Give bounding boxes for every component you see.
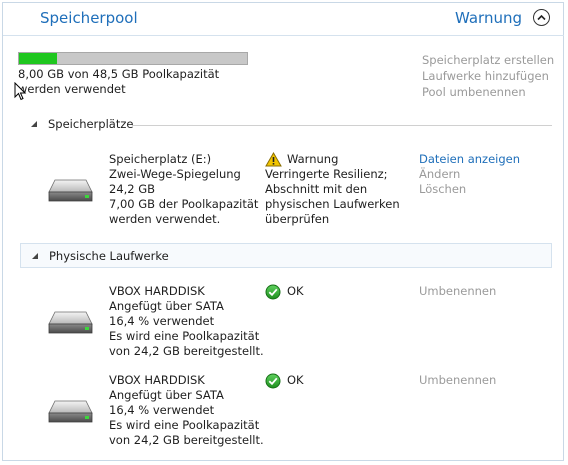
drive-actions: Umbenennen: [419, 373, 496, 388]
warning-icon: [265, 152, 282, 167]
physical-drives-section-header[interactable]: Physische Laufwerke: [20, 243, 552, 268]
rename-drive-link[interactable]: Umbenennen: [419, 284, 496, 299]
drive-actions: Umbenennen: [419, 284, 496, 299]
space-size: 24,2 GB: [109, 182, 156, 196]
drive-status-label: OK: [287, 373, 304, 387]
change-link[interactable]: Ändern: [419, 167, 520, 182]
pool-capacity-bar-fill: [19, 53, 57, 64]
status-detail-line: überprüfen: [265, 212, 330, 226]
storage-spaces-section-header[interactable]: Speicherplätze: [20, 114, 552, 136]
hard-drive-icon: [48, 179, 93, 202]
triangle-collapse-icon: [32, 253, 38, 259]
space-name: Speicherplatz (E:): [109, 152, 212, 166]
drive-used: 16,4 % verwendet: [109, 314, 215, 328]
space-status-detail: Verringerte Resilienz; Abschnitt mit den…: [265, 167, 400, 227]
collapse-button[interactable]: [533, 9, 550, 26]
hard-drive-icon: [48, 400, 93, 423]
rename-pool-link[interactable]: Pool umbenennen: [422, 84, 554, 100]
drive-status-label: OK: [287, 284, 304, 298]
pool-actions: Speicherplatz erstellen Laufwerke hinzuf…: [422, 52, 554, 100]
status-detail-line: Verringerte Resilienz;: [265, 167, 388, 181]
drive-attached: Angefügt über SATA: [109, 299, 224, 313]
check-circle-icon: [265, 284, 281, 300]
drive-capacity-line2: von 24,2 GB bereitgestellt.: [109, 344, 264, 358]
header-divider: [3, 35, 564, 36]
physical-drive-info: VBOX HARDDISK Angefügt über SATA 16,4 % …: [109, 284, 264, 359]
physical-drive-info: VBOX HARDDISK Angefügt über SATA 16,4 % …: [109, 373, 264, 448]
section-title: Speicherplätze: [48, 117, 134, 131]
drive-used: 16,4 % verwendet: [109, 403, 215, 417]
mouse-cursor-icon: [14, 82, 27, 101]
view-files-link[interactable]: Dateien anzeigen: [419, 152, 520, 167]
pool-capacity-bar: [18, 52, 248, 65]
page-title: Speicherpool: [40, 9, 138, 27]
chevron-up-icon: [537, 14, 546, 21]
drive-capacity-line2: von 24,2 GB bereitgestellt.: [109, 433, 264, 447]
pool-usage-text: 8,00 GB von 48,5 GB Poolkapazität werden…: [18, 67, 220, 96]
section-divider: [132, 125, 552, 126]
check-circle-icon: [265, 373, 281, 389]
section-title: Physische Laufwerke: [49, 249, 169, 263]
create-space-link[interactable]: Speicherplatz erstellen: [422, 52, 554, 68]
drive-name: VBOX HARDDISK: [109, 373, 205, 387]
space-usage: 7,00 GB der Poolkapazität: [109, 197, 259, 211]
delete-link[interactable]: Löschen: [419, 182, 520, 197]
add-drives-link[interactable]: Laufwerke hinzufügen: [422, 68, 554, 84]
drive-name: VBOX HARDDISK: [109, 284, 205, 298]
space-usage-line2: werden verwendet.: [109, 212, 221, 226]
status-detail-line: physischen Laufwerken: [265, 197, 400, 211]
hard-drive-icon: [48, 311, 93, 334]
drive-attached: Angefügt über SATA: [109, 388, 224, 402]
storage-space-info: Speicherplatz (E:) Zwei-Wege-Spiegelung …: [109, 152, 258, 227]
triangle-collapse-icon: [31, 121, 37, 127]
drive-capacity: Es wird eine Poolkapazität: [109, 418, 260, 432]
rename-drive-link[interactable]: Umbenennen: [419, 373, 496, 388]
drive-capacity: Es wird eine Poolkapazität: [109, 329, 260, 343]
pool-status-link[interactable]: Warnung: [455, 9, 522, 27]
space-status-label: Warnung: [287, 152, 339, 166]
status-detail-line: Abschnitt mit den: [265, 182, 368, 196]
space-layout: Zwei-Wege-Spiegelung: [109, 167, 241, 181]
space-actions: Dateien anzeigen Ändern Löschen: [419, 152, 520, 197]
